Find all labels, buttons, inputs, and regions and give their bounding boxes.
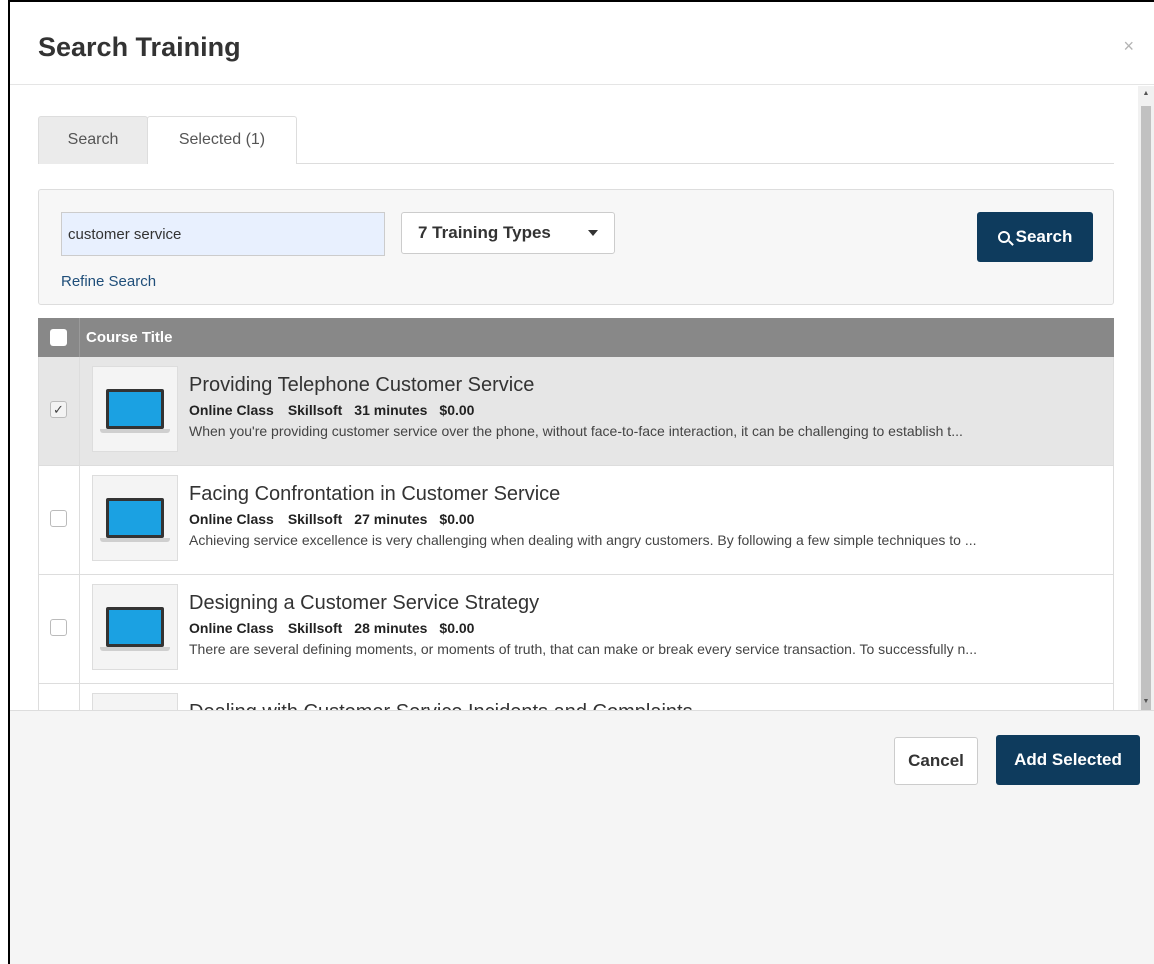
row-checkbox[interactable] (50, 510, 67, 527)
course-row[interactable]: Facing Confrontation in Customer Service… (38, 466, 1114, 575)
modal-footer: Cancel Add Selected (10, 710, 1154, 964)
course-title[interactable]: Designing a Customer Service Strategy (189, 592, 539, 615)
modal-header: Search Training × (10, 2, 1154, 85)
course-meta: Online Class Skillsoft 28 minutes $0.00 (189, 620, 474, 636)
search-button[interactable]: Search (977, 212, 1093, 262)
checkbox-cell (39, 575, 80, 683)
course-description: When you're providing customer service o… (189, 423, 963, 439)
close-icon[interactable]: × (1123, 36, 1134, 57)
laptop-icon (92, 584, 178, 670)
modal-title: Search Training (38, 32, 241, 62)
course-type: Online Class (189, 511, 274, 527)
column-header-course-title: Course Title (86, 329, 173, 346)
select-all-checkbox[interactable] (50, 329, 67, 346)
course-row[interactable]: Dealing with Customer Service Incidents … (38, 684, 1114, 710)
checkbox-cell: ✓ (39, 357, 80, 465)
vertical-scrollbar[interactable]: ▲ ▼ (1138, 86, 1154, 726)
course-row[interactable]: Designing a Customer Service Strategy Onl… (38, 575, 1114, 684)
laptop-base (100, 647, 170, 651)
column-divider (79, 318, 80, 357)
checkbox-cell (39, 466, 80, 574)
results-header: Course Title (38, 318, 1114, 357)
course-type: Online Class (189, 620, 274, 636)
modal-body: Search Selected (1) 7 Training Types Ref… (10, 86, 1138, 710)
laptop-screen (106, 607, 164, 647)
search-button-label: Search (1015, 227, 1073, 246)
row-checkbox[interactable] (50, 619, 67, 636)
course-provider: Skillsoft (287, 402, 343, 418)
scrollbar-thumb[interactable] (1141, 106, 1151, 726)
tab-selected[interactable]: Selected (1) (147, 116, 297, 164)
course-meta: Online Class Skillsoft 31 minutes $0.00 (189, 402, 474, 418)
laptop-icon (92, 693, 178, 710)
course-description: There are several defining moments, or m… (189, 641, 977, 657)
laptop-screen (106, 389, 164, 429)
course-provider: Skillsoft (287, 620, 343, 636)
course-title[interactable]: Providing Telephone Customer Service (189, 374, 534, 397)
add-selected-button[interactable]: Add Selected (996, 735, 1140, 785)
course-description: Achieving service excellence is very cha… (189, 532, 977, 548)
course-duration: 31 minutes (354, 402, 428, 418)
tab-search[interactable]: Search (38, 116, 148, 164)
course-title[interactable]: Facing Confrontation in Customer Service (189, 483, 560, 506)
refine-search-link[interactable]: Refine Search (61, 273, 156, 290)
results-table: Course Title ✓ Providing Telephone Custom… (38, 318, 1114, 710)
checkbox-cell (39, 684, 80, 710)
laptop-screen (106, 498, 164, 538)
training-types-label: 7 Training Types (418, 223, 551, 242)
search-input[interactable] (61, 212, 385, 256)
tab-bar: Search Selected (1) (38, 116, 1114, 164)
scroll-down-arrow-icon[interactable]: ▼ (1138, 694, 1154, 710)
row-checkbox[interactable]: ✓ (50, 401, 67, 418)
course-duration: 27 minutes (354, 511, 428, 527)
search-panel: 7 Training Types Refine Search Search (38, 189, 1114, 305)
laptop-icon (92, 475, 178, 561)
course-price: $0.00 (439, 620, 475, 636)
caret-down-icon (588, 230, 598, 236)
laptop-icon (92, 366, 178, 452)
course-type: Online Class (189, 402, 274, 418)
search-icon (997, 231, 1010, 243)
course-title[interactable]: Dealing with Customer Service Incidents … (189, 701, 693, 710)
training-types-dropdown[interactable]: 7 Training Types (401, 212, 615, 254)
laptop-base (100, 429, 170, 433)
laptop-base (100, 538, 170, 542)
cancel-button[interactable]: Cancel (894, 737, 978, 785)
scroll-up-arrow-icon[interactable]: ▲ (1138, 86, 1154, 102)
course-price: $0.00 (439, 511, 475, 527)
course-duration: 28 minutes (354, 620, 428, 636)
course-meta: Online Class Skillsoft 27 minutes $0.00 (189, 511, 474, 527)
course-provider: Skillsoft (287, 511, 343, 527)
course-price: $0.00 (439, 402, 475, 418)
search-training-modal: Search Training × Search Selected (1) 7 … (8, 0, 1154, 964)
course-row[interactable]: ✓ Providing Telephone Customer Service Onl… (38, 357, 1114, 466)
